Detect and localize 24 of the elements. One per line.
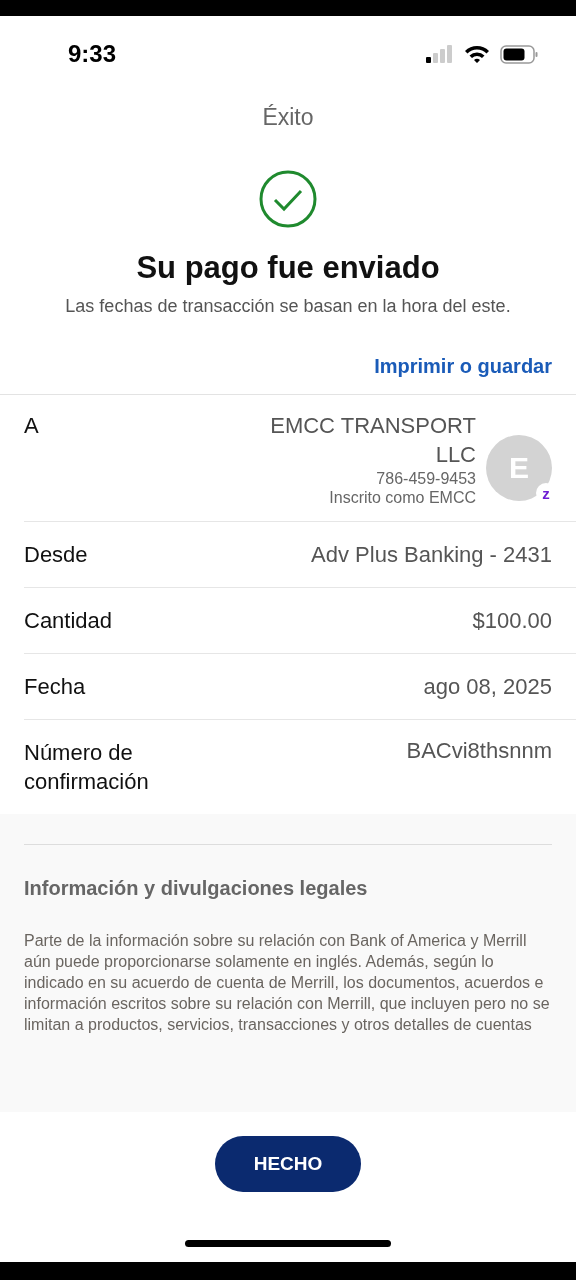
recipient-phone: 786-459-9453 — [376, 469, 476, 488]
recipient-name: EMCC TRANSPORT LLC — [269, 412, 476, 469]
screen-title: Éxito — [261, 103, 315, 132]
field-label: Número de confirmación — [24, 739, 150, 796]
legal-text: Parte de la información sobre su relación con Bank of America y Merrill aún puede proporcionarse solamente en inglés. Además, según lo indicado en su acuerdo de cuenta de Merrill, los documentos, acuerdos e información escritos sobre su relación con Merrill, que incluyen pero no se limitan a productos, servicios, transacciones y otros detalles de cuentas — [24, 931, 551, 1035]
field-value: BACvi8thsnnm — [406, 738, 552, 764]
print-save-link[interactable]: Imprimir o guardar — [374, 355, 552, 378]
field-value: ago 08, 2025 — [423, 673, 552, 700]
field-label: Fecha — [24, 673, 86, 701]
timezone-note: Las fechas de transacción se basan en la hora del este. — [65, 296, 511, 317]
battery-icon — [500, 44, 538, 64]
wifi-icon — [464, 44, 490, 64]
enrollment-note: Inscrito como EMCC — [329, 488, 476, 507]
success-heading: Su pago fue enviado — [136, 250, 440, 286]
field-value: Adv Plus Banking - 2431 — [311, 541, 552, 568]
check-circle-icon — [259, 170, 317, 228]
legal-heading: Información y divulgaciones legales — [24, 877, 369, 900]
field-label: Desde — [24, 541, 88, 569]
field-label: Cantidad — [24, 607, 113, 635]
signal-icon — [426, 45, 454, 63]
done-button[interactable]: HECHO — [215, 1136, 361, 1192]
field-label: A — [24, 412, 39, 440]
field-value: $100.00 — [472, 607, 552, 634]
status-time: 9:33 — [68, 40, 117, 68]
